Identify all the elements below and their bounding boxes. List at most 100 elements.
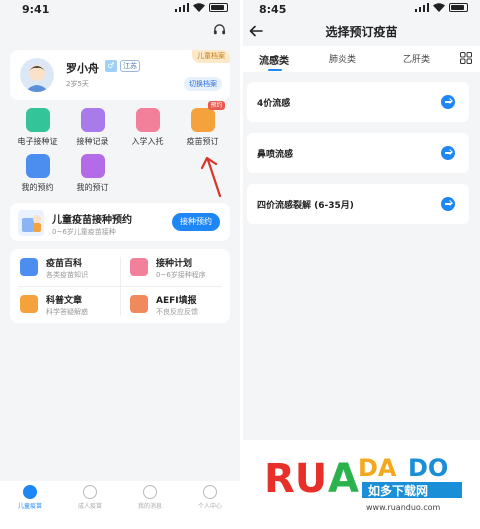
grid-item-label: 我的预订 [76,183,109,192]
battery-icon [449,3,468,12]
avatar [20,58,54,92]
child-name: 罗小舟 [66,62,99,75]
person-tab-icon [203,485,217,499]
tab-adult-vaccines[interactable]: 成人疫苗 [60,485,120,510]
card-subtitle: 0~6岁接种程序 [156,271,206,279]
grid-item-e-certificate[interactable]: 电子接种证 [10,108,65,147]
booking-badge: 预约 [208,101,225,110]
card-aefi-report[interactable]: AEFI填报 不良反应反馈 [120,286,230,323]
red-arrow-annotation-icon [200,156,222,198]
page-title: 选择预订疫苗 [325,25,398,39]
tab-personal-center[interactable]: 个人中心 [180,485,240,510]
grid-item-my-appointments[interactable]: 我的预约 [10,154,65,193]
tab-influenza[interactable]: 流感类 [259,52,289,67]
bottom-tab-bar: 儿童疫苗 成人疫苗 我的消息 个人中心 [0,481,240,517]
status-bar: 9:41 [0,0,240,20]
battery-icon [209,3,228,12]
encyclopedia-icon [20,258,38,276]
go-arrow-icon[interactable] [441,95,455,109]
wifi-icon [433,3,445,12]
tab-pneumonia[interactable]: 肺炎类 [329,52,356,65]
card-title: 科普文章 [46,296,83,306]
right-phone-screen: 8:45 选择预订疫苗 流感类 肺炎类 乙肝类 4价流感 鼻喷流感 四价流感裂解… [243,0,480,440]
card-vaccine-encyclopedia[interactable]: 疫苗百科 各类疫苗知识 [10,249,120,286]
vaccine-name: 4价流感 [257,99,291,109]
tab-label: 成人疫苗 [77,503,102,510]
tab-my-messages[interactable]: 我的消息 [120,485,180,510]
screenshot-root: 9:41 罗小舟 ♂ 江苏 2岁5天 儿童档案 切换档案 电子接种证 接种记录 … [0,0,480,529]
vaccine-name: 四价流感裂解 (6-35月) [257,201,354,211]
certificate-icon [25,108,50,132]
child-vaccination-banner[interactable]: 儿童疫苗接种预约 0~6岁儿童疫苗接种 接种预约 [10,203,230,241]
grid-menu-icon[interactable] [460,52,472,64]
message-tab-icon [143,485,157,499]
svg-text:DA: DA [358,454,397,482]
card-title: 接种计划 [156,259,193,269]
svg-text:www.ruanduo.com: www.ruanduo.com [366,503,441,512]
cellular-signal-icon [175,3,189,12]
tab-label: 儿童疫苗 [17,503,42,510]
tab-label: 我的消息 [137,503,162,510]
card-subtitle: 各类疫苗知识 [46,271,88,279]
tab-hepatitis-b[interactable]: 乙肝类 [403,52,430,65]
go-arrow-icon[interactable] [441,197,455,211]
card-science-articles[interactable]: 科普文章 科学答疑解惑 [10,286,120,323]
banner-title: 儿童疫苗接种预约 [52,215,132,226]
wifi-icon [193,3,205,12]
bookings-icon [80,154,105,178]
vaccine-item-nasal-flu[interactable]: 鼻喷流感 [247,133,469,173]
vaccination-illustration-icon [18,210,44,236]
card-title: AEFI填报 [156,296,197,306]
status-bar: 8:45 [243,0,480,20]
tab-child-vaccines[interactable]: 儿童疫苗 [0,485,60,510]
vaccination-appointment-button[interactable]: 接种预约 [172,213,220,231]
svg-text:RU: RU [264,456,327,502]
archive-tag: 儿童档案 [192,50,230,63]
school-icon [135,108,160,132]
appointment-icon [25,154,50,178]
card-title: 疫苗百科 [46,259,83,269]
grid-item-vaccine-booking[interactable]: 预约 疫苗预订 [175,101,230,147]
plan-icon [130,258,148,276]
status-time: 9:41 [22,3,50,16]
vaccine-category-tabs: 流感类 肺炎类 乙肝类 [243,46,480,72]
region-badge: 江苏 [120,60,140,72]
child-profile-card[interactable]: 罗小舟 ♂ 江苏 2岁5天 儿童档案 切换档案 [10,50,230,100]
card-subtitle: 科学答疑解惑 [46,308,88,316]
vaccine-name: 鼻喷流感 [257,150,294,160]
grid-item-label: 疫苗预订 [186,137,219,146]
svg-text:如多下载网: 如多下载网 [368,483,428,498]
records-icon [80,108,105,132]
switch-archive-button[interactable]: 切换档案 [184,77,222,91]
svg-text:DO: DO [408,454,448,482]
vaccine-item-quadrivalent-split-flu[interactable]: 四价流感裂解 (6-35月) [247,184,469,224]
left-phone-screen: 9:41 罗小舟 ♂ 江苏 2岁5天 儿童档案 切换档案 电子接种证 接种记录 … [0,0,240,517]
grid-item-label: 入学入托 [131,137,164,146]
cellular-signal-icon [415,3,429,12]
grid-item-label: 电子接种证 [17,137,58,146]
divider [18,286,222,287]
article-icon [20,295,38,313]
gender-male-icon: ♂ [105,60,117,72]
report-icon [130,295,148,313]
vaccine-booking-icon: 预约 [190,101,225,132]
adult-vaccine-tab-icon [83,485,97,499]
ruanduo-watermark-logo: RU A DA DO 如多下载网 www.ruanduo.com [262,440,476,526]
grid-item-label: 接种记录 [76,137,109,146]
grid-item-label: 我的预约 [21,183,54,192]
grid-item-vaccination-records[interactable]: 接种记录 [65,108,120,147]
status-time: 8:45 [259,3,287,16]
svg-text:A: A [328,456,359,502]
vaccine-item-4-valent-flu[interactable]: 4价流感 [247,82,469,122]
customer-service-icon[interactable] [213,24,226,37]
child-age: 2岁5天 [66,80,89,88]
grid-item-school-enrollment[interactable]: 入学入托 [120,108,175,147]
tab-label: 个人中心 [197,503,222,510]
card-vaccination-plan[interactable]: 接种计划 0~6岁接种程序 [120,249,230,286]
banner-subtitle: 0~6岁儿童疫苗接种 [52,228,116,236]
nav-bar: 选择预订疫苗 [243,20,480,44]
go-arrow-icon[interactable] [441,146,455,160]
grid-item-my-bookings[interactable]: 我的预订 [65,154,120,193]
card-subtitle: 不良反应反馈 [156,308,198,316]
child-vaccine-tab-icon [23,485,37,499]
